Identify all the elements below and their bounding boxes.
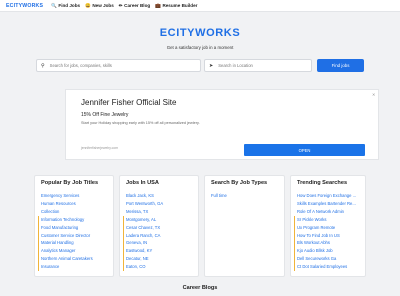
types-list: Full time	[211, 192, 227, 200]
location-placeholder: Search in Location	[218, 63, 253, 68]
pencil-icon: ✏	[118, 2, 123, 8]
nav-career-blog-label: Career Blog	[124, 3, 151, 8]
card-popular-title: Popular By Job Titles	[41, 180, 99, 186]
list-item[interactable]: Human Resources	[41, 200, 93, 208]
card-trending-searches: Trending Searches How Does Foreign Excha…	[290, 175, 366, 277]
hero-tagline: Get a satisfactory job in a moment	[166, 45, 234, 50]
close-icon[interactable]: ✕	[372, 92, 375, 97]
nav-new-jobs[interactable]: 😀 New Jobs	[85, 3, 114, 9]
list-item[interactable]: Kjo Audio Bllsk Job	[294, 247, 356, 256]
list-item[interactable]: Dell Secureworks Ga	[294, 255, 356, 264]
list-item[interactable]: How Does Foreign Exchange ...	[297, 192, 356, 200]
magnifier-icon: 🔍	[51, 2, 57, 8]
card-trending-title: Trending Searches	[297, 180, 348, 186]
list-item[interactable]: Black Jack, KS	[126, 192, 163, 200]
find-jobs-button[interactable]: Find jobs	[317, 59, 364, 72]
location-arrow-icon: ➤	[209, 62, 214, 69]
list-item[interactable]: Collection	[41, 208, 93, 216]
list-item[interactable]: Ct Dot Salaried Employees	[294, 263, 356, 272]
nav-career-blog[interactable]: ✏ Career Blog	[119, 3, 150, 9]
list-item[interactable]: Decatur, NE	[123, 255, 163, 264]
keyword-placeholder: Search for jobs, companies, skills	[49, 63, 112, 68]
list-item[interactable]: Port Wentworth, GA	[126, 200, 163, 208]
nav-resume-builder-label: Resume Builder	[162, 3, 198, 8]
list-item[interactable]: Insurance	[38, 263, 93, 272]
ad-url[interactable]: jenniferfisherjewelry.com	[81, 146, 118, 150]
nav-find-jobs[interactable]: 🔍 Find Jobs	[51, 3, 80, 9]
usa-list: Black Jack, KS Port Wentworth, GA Meriss…	[123, 192, 163, 272]
site-logo[interactable]: ECITYWORKS	[6, 3, 43, 9]
top-nav: ECITYWORKS 🔍 Find Jobs 😀 New Jobs ✏ Career …	[0, 0, 400, 12]
list-item[interactable]: How To Find Job In US	[294, 231, 356, 240]
card-types-title: Search By Job Types	[211, 180, 268, 186]
briefcase-icon: 💼	[155, 2, 161, 8]
list-item[interactable]: Eaton, CO	[123, 263, 163, 272]
list-item[interactable]: Eastwood, KY	[123, 247, 163, 256]
list-item[interactable]: Emergency Services	[41, 192, 93, 200]
smiley-icon: 😀	[85, 2, 91, 8]
list-item[interactable]: Skills Examples Bartender Re...	[297, 200, 356, 208]
list-item[interactable]: Information Technology	[38, 215, 93, 224]
list-item[interactable]: Role Of A Network Admin	[297, 208, 356, 216]
list-item[interactable]: Montgomery, AL	[123, 215, 163, 224]
ad-open-button[interactable]: OPEN	[244, 144, 365, 156]
list-item[interactable]: Northern Animal Caretakers	[38, 255, 93, 264]
list-item[interactable]: Ux Program Remote	[294, 223, 356, 232]
trending-list: How Does Foreign Exchange ... Skills Exa…	[294, 192, 356, 272]
list-item[interactable]: Full time	[211, 192, 227, 200]
search-icon: ⚲	[41, 62, 45, 69]
nav-new-jobs-label: New Jobs	[92, 3, 114, 8]
ad-title[interactable]: Jennifer Fisher Official Site	[81, 98, 176, 107]
ad-description: Start your Holiday shopping early with 1…	[81, 121, 200, 125]
card-usa-title: Jobs In USA	[126, 180, 159, 186]
career-blogs-heading: Career Blogs	[182, 285, 218, 291]
ad-subtitle: 15% Off Fine Jewelry	[81, 112, 129, 118]
popular-list: Emergency Services Human Resources Colle…	[38, 192, 93, 272]
nav-resume-builder[interactable]: 💼 Resume Builder	[155, 3, 197, 9]
location-search-input[interactable]: ➤ Search in Location	[204, 59, 312, 72]
list-item[interactable]: Merissa, TX	[126, 208, 163, 216]
nav-find-jobs-label: Find Jobs	[58, 3, 81, 8]
list-item[interactable]: Sr Pickle Works	[294, 215, 356, 224]
ad-banner[interactable]: Jennifer Fisher Official Site 15% Off Fi…	[65, 89, 379, 160]
keyword-search-input[interactable]: ⚲ Search for jobs, companies, skills	[36, 59, 201, 72]
list-item[interactable]: Material Handling	[38, 239, 93, 248]
list-item[interactable]: Bls Workout Abhs	[294, 239, 356, 248]
card-jobs-in-usa: Jobs In USA Black Jack, KS Port Wentwort…	[119, 175, 199, 277]
list-item[interactable]: Food Manufacturing	[38, 223, 93, 232]
list-item[interactable]: Customer Service Director	[38, 231, 93, 240]
list-item[interactable]: Geneva, IN	[123, 239, 163, 248]
card-search-by-job-types: Search By Job Types Full time	[204, 175, 285, 277]
list-item[interactable]: Cesar Chavez, TX	[123, 223, 163, 232]
hero-brand: ECITYWORKS	[159, 27, 241, 39]
card-popular-job-titles: Popular By Job Titles Emergency Services…	[34, 175, 114, 277]
list-item[interactable]: Ladera Ranch, CA	[123, 231, 163, 240]
list-item[interactable]: Analytics Manager	[38, 247, 93, 256]
